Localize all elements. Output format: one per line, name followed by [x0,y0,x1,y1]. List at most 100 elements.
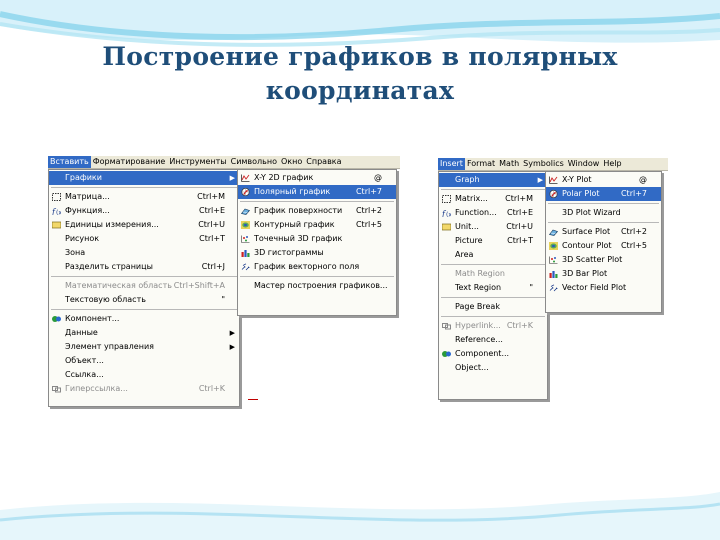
menu-item-vector-field-plot[interactable]: Vector Field Plot [546,281,661,295]
function-icon: f(x) [52,208,61,216]
menu-item-shortcut: Ctrl+M [197,192,225,201]
menubar-item-insert[interactable]: Insert [438,158,465,170]
menu-item-graph[interactable]: Graph ▶ [439,173,547,187]
menu-separator [51,187,237,188]
menu-item-график-векторного-поля[interactable]: График векторного поля [238,260,396,274]
menubar-item-help[interactable]: Help [601,158,623,170]
menu-item-математическая-область[interactable]: Математическая область Ctrl+Shift+A [49,279,239,293]
menu-item-label: 3D Plot Wizard [562,208,621,217]
menu-item-зона[interactable]: Зона [49,246,239,260]
menu-item-объект[interactable]: Объект... [49,354,239,368]
menu-item-x-y-plot[interactable]: X-Y Plot @ [546,173,661,187]
menu-item-shortcut: @ [374,173,382,182]
menu-item-component[interactable]: Component... [439,347,547,361]
menu-item-label: Ссылка... [65,370,104,379]
menu-separator [240,276,394,277]
menu-item-3d-plot-wizard[interactable]: 3D Plot Wizard [546,206,661,220]
menubar-item-справка[interactable]: Справка [304,156,343,168]
menubar-item-math[interactable]: Math [497,158,521,170]
menubar-item-symbolics[interactable]: Symbolics [521,158,566,170]
menu-item-area[interactable]: Area [439,248,547,262]
menu-item-shortcut: " [529,283,533,292]
polar-plot-icon [549,190,558,198]
menu-bar: Вставить Форматирование Инструменты Символь… [48,156,400,169]
vector-field-icon [241,263,250,271]
menu-item-label: Рисунок [65,234,100,243]
menubar-item-символьно[interactable]: Символьно [229,156,279,168]
menu-item-label: Зона [65,248,86,257]
submenu-arrow-icon: ▶ [229,343,235,351]
menubar-item-format[interactable]: Format [465,158,497,170]
menu-item-x-y-2d-график[interactable]: X-Y 2D график @ [238,171,396,185]
menu-item-данные[interactable]: Данные ▶ [49,326,239,340]
function-icon: f(x) [442,210,451,218]
menu-item-полярный-график[interactable]: Полярный график Ctrl+7 [238,185,396,199]
menu-item-мастер-построения-графиков[interactable]: Мастер построения графиков... [238,279,396,293]
menubar-item-вставить[interactable]: Вставить [48,156,91,168]
menu-item-function[interactable]: f(x) Function... Ctrl+E [439,206,547,220]
menu-item-label: Объект... [65,356,104,365]
component-icon [442,351,451,357]
menu-item-picture[interactable]: Picture Ctrl+T [439,234,547,248]
scatter3d-icon [241,235,250,243]
menubar-item-window[interactable]: Window [566,158,602,170]
menu-item-object[interactable]: Object... [439,361,547,375]
menubar-item-форматирование[interactable]: Форматирование [91,156,168,168]
menu-item-shortcut: Ctrl+E [199,206,225,215]
menu-item-label: Hyperlink... [455,321,501,330]
menu-item-3d-гистограммы[interactable]: 3D гистограммы [238,246,396,260]
menu-item-разделить-страницы[interactable]: Разделить страницы Ctrl+J [49,260,239,274]
menu-item-math-region[interactable]: Math Region [439,267,547,281]
menu-separator [548,222,659,223]
hyperlink-icon [442,323,451,330]
menu-item-контурный-график[interactable]: Контурный график Ctrl+5 [238,218,396,232]
menu-item-3d-scatter-plot[interactable]: 3D Scatter Plot [546,253,661,267]
menu-item-элемент-управления[interactable]: Элемент управления ▶ [49,340,239,354]
menu-item-matrix[interactable]: Matrix... Ctrl+M [439,192,547,206]
menu-item-3d-bar-plot[interactable]: 3D Bar Plot [546,267,661,281]
menu-item-shortcut: Ctrl+2 [355,206,382,215]
bar3d-icon [241,250,250,257]
menu-item-unit[interactable]: Unit... Ctrl+U [439,220,547,234]
menu-item-polar-plot[interactable]: Polar Plot Ctrl+7 [546,187,661,201]
menu-item-shortcut: Ctrl+J [201,262,225,271]
menu-item-shortcut: Ctrl+7 [620,189,647,198]
submenu-arrow-icon: ▶ [229,329,235,337]
menu-item-contour-plot[interactable]: Contour Plot Ctrl+5 [546,239,661,253]
menu-item-функция[interactable]: f(x) Функция... Ctrl+E [49,204,239,218]
menu-item-компонент[interactable]: Компонент... [49,312,239,326]
matrix-icon [442,195,451,203]
menu-separator [51,276,237,277]
menu-item-surface-plot[interactable]: Surface Plot Ctrl+2 [546,225,661,239]
menu-item-рисунок[interactable]: Рисунок Ctrl+T [49,232,239,246]
insert-menu: Graph ▶ Matrix... Ctrl+M f(x) Function... Ctrl… [438,171,548,400]
menu-item-shortcut: @ [639,175,647,184]
submenu-arrow-icon: ▶ [537,176,543,184]
menu-item-матрица[interactable]: Матрица... Ctrl+M [49,190,239,204]
menu-item-текстовую-область[interactable]: Текстовую область " [49,293,239,307]
menu-item-reference[interactable]: Reference... [439,333,547,347]
menu-item-text-region[interactable]: Text Region " [439,281,547,295]
menu-item-shortcut: Ctrl+7 [355,187,382,196]
surface-plot-icon [241,208,250,215]
surface-plot-icon [549,229,558,236]
menubar-item-окно[interactable]: Окно [279,156,304,168]
menu-item-label: Page Break [455,302,500,311]
insert-menu: Графики ▶ Матрица... Ctrl+M f(x) Функция... Ct… [48,169,240,407]
polar-plot-icon [241,188,250,196]
svg-text:(x): (x) [446,212,451,218]
menu-item-label: График поверхности [254,206,343,215]
menu-item-shortcut: Ctrl+K [506,321,533,330]
menu-item-shortcut: Ctrl+T [199,234,225,243]
menu-item-page-break[interactable]: Page Break [439,300,547,314]
menu-item-shortcut: Ctrl+U [198,220,225,229]
menu-item-ссылка[interactable]: Ссылка... [49,368,239,382]
menu-item-гиперссылка[interactable]: Гиперссылка... Ctrl+K [49,382,239,396]
menu-item-точечный-3d-график[interactable]: Точечный 3D график [238,232,396,246]
menu-item-hyperlink[interactable]: Hyperlink... Ctrl+K [439,319,547,333]
menu-item-единицы-измерения[interactable]: Единицы измерения... Ctrl+U [49,218,239,232]
menu-item-график-поверхности[interactable]: График поверхности Ctrl+2 [238,204,396,218]
menubar-item-инструменты[interactable]: Инструменты [167,156,228,168]
menu-item-графики[interactable]: Графики ▶ [49,171,239,185]
menu-item-shortcut: Ctrl+Shift+A [173,281,225,290]
